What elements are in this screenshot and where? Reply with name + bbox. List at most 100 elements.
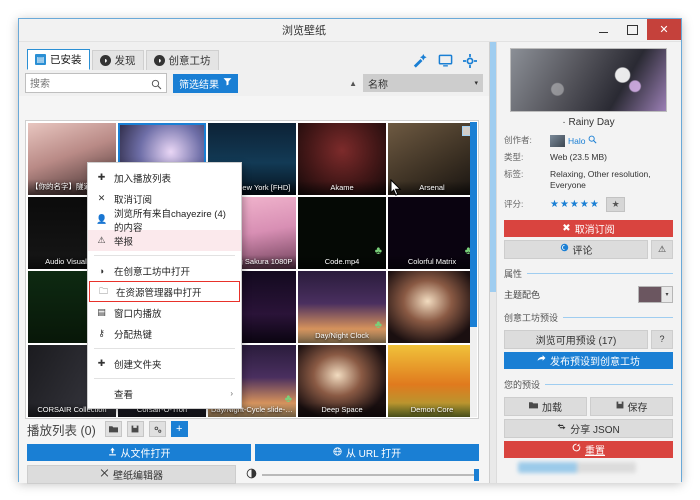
- context-menu-item[interactable]: 查看›: [88, 383, 241, 404]
- context-menu-item-label: 加入播放列表: [114, 171, 171, 185]
- mouse-cursor: [390, 179, 402, 201]
- wallpaper-thumbnail-label: Demon Core: [388, 403, 476, 417]
- details-scrollbar[interactable]: [490, 42, 497, 483]
- brightness-knob[interactable]: [474, 469, 479, 481]
- chevron-down-icon[interactable]: ▾: [662, 286, 673, 303]
- details-panel: · Rainy Day 创作者: Halo 类型:: [489, 42, 681, 483]
- search-icon[interactable]: [588, 135, 597, 147]
- filter-results-button[interactable]: 筛选结果: [173, 74, 238, 93]
- scissors-icon: [100, 469, 109, 481]
- monitor-icon[interactable]: [438, 53, 453, 68]
- wallpaper-thumbnail-label: Day/Night Clock: [298, 329, 386, 343]
- save-icon[interactable]: [127, 421, 144, 437]
- open-from-file-label: 从文件打开: [121, 445, 171, 460]
- context-menu-item[interactable]: 🗀在资源管理器中打开: [89, 281, 240, 302]
- gear-icon[interactable]: [463, 54, 477, 68]
- properties-title: 属性: [504, 267, 522, 280]
- minimize-button[interactable]: [589, 19, 618, 40]
- wallpaper-thumbnail-label: Akame: [298, 181, 386, 195]
- share-json-button[interactable]: 分享 JSON: [504, 419, 673, 438]
- playlist-open-buttons: 从文件打开 从 URL 打开: [27, 444, 479, 461]
- brightness-slider[interactable]: [246, 466, 479, 484]
- chevron-right-icon: ›: [230, 389, 233, 398]
- menu-separator: [94, 348, 235, 349]
- your-presets-title: 您的预设: [504, 378, 540, 391]
- status-bar-blurred: [518, 462, 636, 473]
- context-menu-item[interactable]: ◑ 在创意工坊中打开: [88, 260, 241, 281]
- context-menu-item[interactable]: 👤浏览所有来自chayezire (4)的内容: [88, 209, 241, 230]
- maximize-button[interactable]: [618, 19, 647, 40]
- help-button[interactable]: ?: [651, 330, 673, 349]
- tab-installed[interactable]: ▤ 已安装: [27, 49, 90, 70]
- context-menu-item[interactable]: ⚷分配热键: [88, 323, 241, 344]
- open-from-url-button[interactable]: 从 URL 打开: [255, 444, 479, 461]
- add-icon[interactable]: +: [171, 421, 188, 437]
- context-menu-item-label: 分配热键: [114, 327, 152, 341]
- comment-button[interactable]: 评论: [504, 240, 648, 259]
- grid-scrollbar[interactable]: [470, 122, 477, 417]
- save-preset-button[interactable]: 保存: [590, 397, 673, 416]
- reset-button[interactable]: 重置: [504, 441, 673, 458]
- wallpaper-thumbnail[interactable]: Demon Core: [388, 345, 476, 417]
- metadata-list: 创作者: Halo 类型: Web (23.5 MB): [504, 135, 673, 212]
- share-json-label: 分享 JSON: [570, 421, 619, 436]
- theme-color-swatch[interactable]: [638, 286, 662, 303]
- wallpaper-thumbnail[interactable]: ♣Day/Night Clock: [298, 271, 386, 343]
- brightness-track[interactable]: [262, 474, 479, 476]
- context-menu[interactable]: ✚加入播放列表✕取消订阅👤浏览所有来自chayezire (4)的内容⚠举报◑在…: [87, 162, 242, 409]
- contrast-icon: [246, 466, 257, 484]
- wallpaper-thumbnail[interactable]: Akame: [298, 123, 386, 195]
- publish-preset-button[interactable]: 发布预设到创意工坊: [504, 352, 673, 369]
- context-menu-item[interactable]: ✚加入播放列表: [88, 167, 241, 188]
- search-input[interactable]: [26, 77, 146, 93]
- globe-icon: [333, 447, 342, 459]
- close-button[interactable]: ✕: [647, 19, 681, 40]
- wallpaper-thumbnail[interactable]: [388, 271, 476, 343]
- wallpaper-thumbnail[interactable]: Deep Space: [298, 345, 386, 417]
- warning-icon: ⚠: [96, 235, 107, 246]
- settings-icon[interactable]: [149, 421, 166, 437]
- folder-open-icon[interactable]: [105, 421, 122, 437]
- wallpaper-preview[interactable]: [510, 48, 667, 112]
- context-menu-item[interactable]: ✚创建文件夹: [88, 353, 241, 374]
- tab-discover[interactable]: ◑ 发现: [92, 50, 144, 70]
- unsubscribe-button[interactable]: ✖ 取消订阅: [504, 220, 673, 237]
- ascending-arrow-icon[interactable]: ▲: [349, 79, 357, 88]
- load-preset-button[interactable]: 加载: [504, 397, 587, 416]
- context-menu-item-label: 取消订阅: [114, 192, 152, 206]
- wallpaper-editor-button[interactable]: 壁纸编辑器: [27, 465, 236, 484]
- wallpaper-thumbnail[interactable]: ♣Colorful Matrix: [388, 197, 476, 269]
- browse-presets-button[interactable]: 浏览可用预设 (17): [504, 330, 648, 349]
- wallpaper-thumbnail[interactable]: ♣Code.mp4: [298, 197, 386, 269]
- author-link[interactable]: Halo: [568, 136, 585, 147]
- tab-discover-label: 发现: [115, 53, 136, 68]
- window-title: 浏览壁纸: [19, 22, 589, 38]
- search-row: 筛选结果 ▲ 名称 ▾: [19, 70, 489, 96]
- details-scrollbar-thumb[interactable]: [490, 42, 496, 292]
- magic-wand-icon[interactable]: [413, 53, 428, 68]
- theme-color-row: 主题配色 ▾: [504, 286, 673, 303]
- star-rating[interactable]: ★★★★★: [550, 199, 600, 210]
- wallpaper-thumbnail-label: Colorful Matrix: [388, 255, 476, 269]
- rating-value[interactable]: ★★★★★ ★: [550, 197, 673, 212]
- author-value: Halo: [550, 135, 673, 147]
- report-warning-button[interactable]: ⚠: [651, 240, 673, 259]
- grid-scrollbar-thumb[interactable]: [470, 122, 477, 327]
- chevron-down-icon: ▾: [474, 79, 478, 87]
- load-save-row: 加载 保存: [504, 397, 673, 416]
- workshop-icon: ◑: [96, 266, 107, 276]
- search-box[interactable]: [25, 73, 167, 93]
- tab-installed-label: 已安装: [50, 52, 82, 67]
- comment-row: 评论 ⚠: [504, 240, 673, 259]
- tab-workshop[interactable]: ◑ 创意工坊: [146, 50, 219, 70]
- context-menu-item[interactable]: ▤窗口内播放: [88, 302, 241, 323]
- context-menu-item-label: 在创意工坊中打开: [114, 264, 190, 278]
- tags-value: Relaxing, Other resolution, Everyone: [550, 169, 673, 192]
- menu-separator: [94, 378, 235, 379]
- favorite-star-button[interactable]: ★: [606, 197, 625, 212]
- properties-section-label: 属性: [504, 267, 673, 280]
- share-icon: [537, 354, 546, 366]
- sort-select[interactable]: 名称 ▾: [363, 74, 483, 92]
- open-from-file-button[interactable]: 从文件打开: [27, 444, 251, 461]
- x-icon: ✖: [562, 223, 570, 234]
